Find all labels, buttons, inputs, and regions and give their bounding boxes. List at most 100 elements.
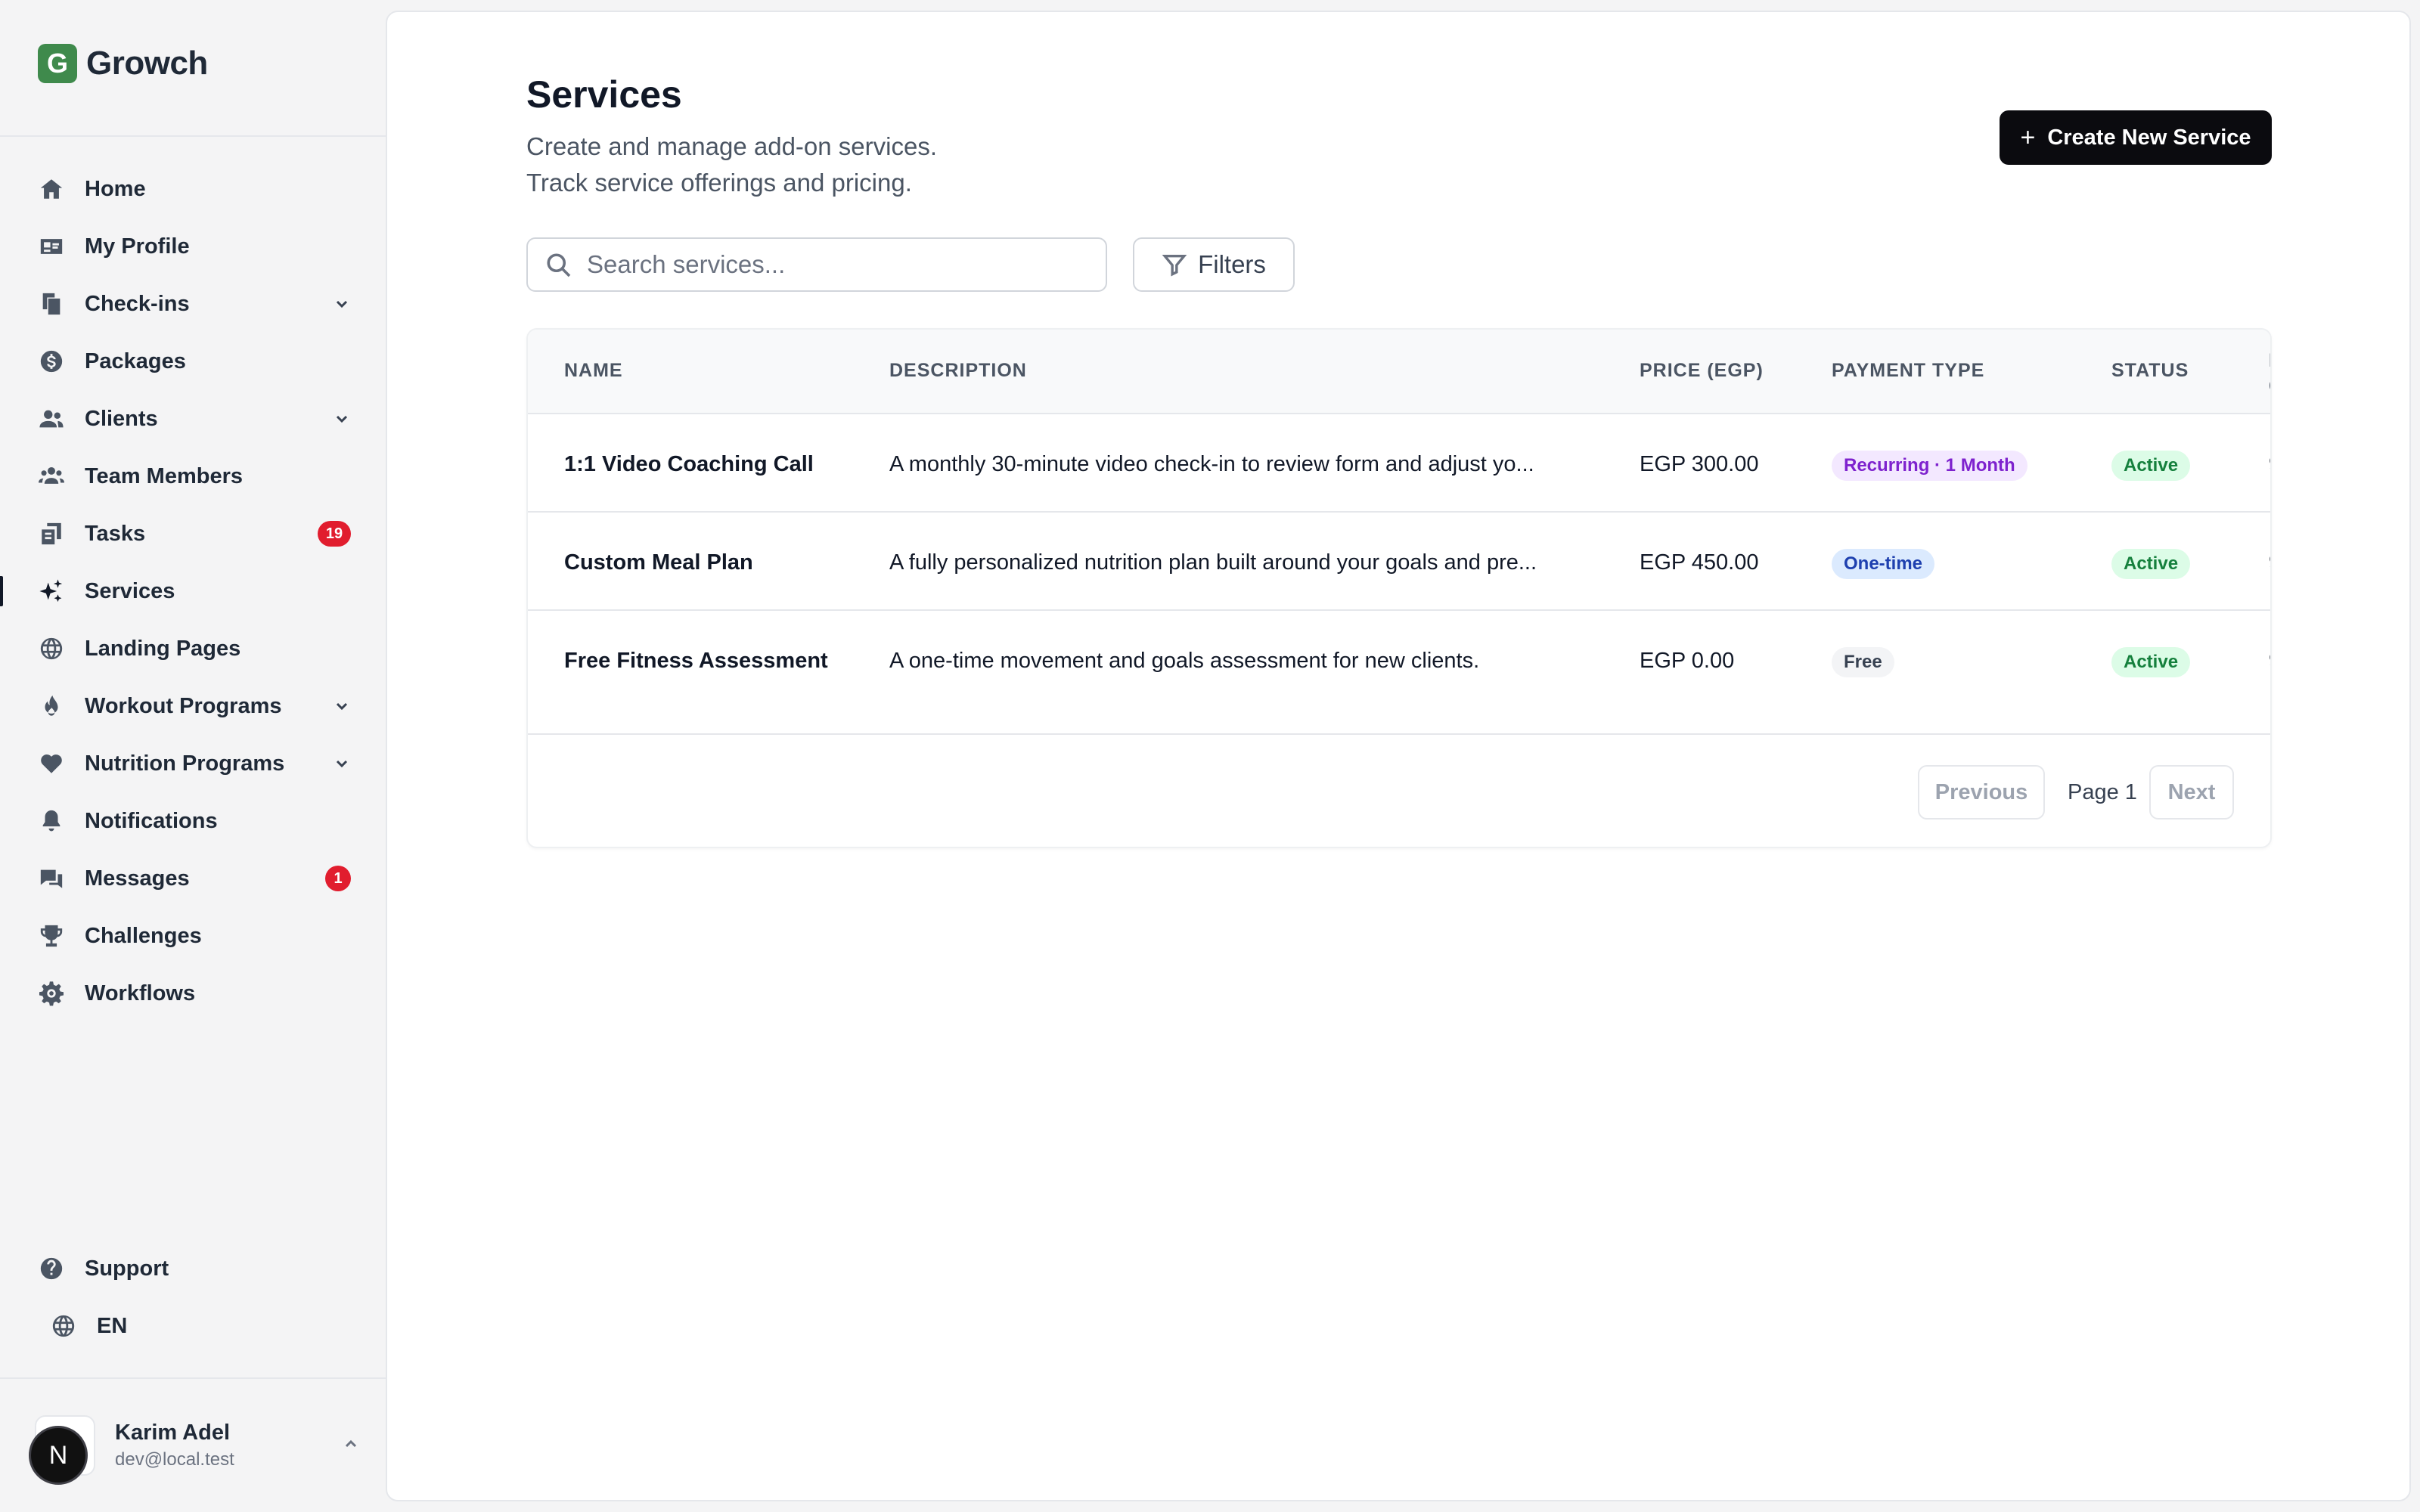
trophy-icon: [38, 922, 65, 950]
plus-icon: +: [2020, 122, 2036, 152]
sidebar-item-workflows[interactable]: Workflows: [0, 965, 386, 1022]
brand-name: Growch: [86, 45, 208, 82]
sidebar-item-notifications[interactable]: Notifications: [0, 792, 386, 850]
column-header-payment-type[interactable]: PAYMENT TYPE: [1832, 360, 1984, 382]
sidebar-item-landing-pages[interactable]: Landing Pages: [0, 620, 386, 677]
sidebar-item-label: Support: [85, 1256, 169, 1281]
dev-indicator-icon[interactable]: N: [29, 1426, 88, 1485]
table-row[interactable]: 1:1 Video Coaching Call A monthly 30-min…: [528, 414, 2270, 513]
help-circle-icon: [38, 1255, 65, 1282]
column-header-status[interactable]: STATUS: [2111, 360, 2189, 382]
sparkles-icon: [38, 578, 65, 605]
chevron-down-icon[interactable]: [333, 754, 351, 773]
sidebar: G Growch Home My Profile Check-ins Packa…: [0, 0, 386, 1512]
page-subtitle: Create and manage add-on services. Track…: [526, 129, 937, 201]
chevron-up-icon[interactable]: [342, 1435, 360, 1457]
heart-icon: [38, 750, 65, 777]
service-description: A fully personalized nutrition plan buil…: [889, 550, 1537, 575]
search-icon: [547, 253, 571, 277]
sidebar-item-support[interactable]: Support: [0, 1240, 386, 1297]
sidebar-item-workout-programs[interactable]: Workout Programs: [0, 677, 386, 735]
payment-type-badge: Free: [1832, 647, 1894, 677]
chat-icon: [38, 865, 65, 892]
messages-count-badge: 1: [325, 866, 351, 891]
sidebar-item-label: Team Members: [85, 463, 243, 488]
sidebar-item-team-members[interactable]: Team Members: [0, 448, 386, 505]
payment-type-badge: One-time: [1832, 549, 1935, 579]
search-input[interactable]: [587, 250, 1071, 279]
column-header-date-clipped[interactable]: D C: [2269, 348, 2270, 399]
service-description: A monthly 30-minute video check-in to re…: [889, 452, 1534, 476]
brand[interactable]: G Growch: [38, 44, 208, 83]
services-table: NAME DESCRIPTION PRICE (EGP) PAYMENT TYP…: [526, 328, 2272, 848]
chevron-down-icon[interactable]: [333, 410, 351, 428]
home-icon: [38, 175, 65, 203]
table-row[interactable]: Free Fitness Assessment A one-time movem…: [528, 611, 2270, 735]
sidebar-item-label: Notifications: [85, 808, 218, 833]
date-cell-clipped: 9: [2269, 452, 2270, 477]
column-header-description[interactable]: DESCRIPTION: [889, 360, 1027, 382]
column-header-price[interactable]: PRICE (EGP): [1640, 360, 1764, 382]
brand-logo: G: [38, 44, 77, 83]
search-box[interactable]: [526, 237, 1107, 292]
user-name: Karim Adel: [115, 1421, 231, 1445]
pagination: Previous Page 1 Next: [528, 735, 2270, 847]
sidebar-item-label: Challenges: [85, 923, 202, 948]
service-name[interactable]: Free Fitness Assessment: [564, 649, 828, 674]
dollar-circle-icon: [38, 348, 65, 375]
sidebar-item-label: Workflows: [85, 981, 196, 1005]
sidebar-item-services[interactable]: Services: [0, 562, 386, 620]
sidebar-item-clients[interactable]: Clients: [0, 390, 386, 448]
globe-icon: [38, 635, 65, 662]
language-selector[interactable]: EN: [0, 1297, 386, 1355]
sidebar-item-home[interactable]: Home: [0, 160, 386, 218]
service-name[interactable]: Custom Meal Plan: [564, 550, 753, 575]
sidebar-item-packages[interactable]: Packages: [0, 333, 386, 390]
service-name[interactable]: 1:1 Video Coaching Call: [564, 452, 814, 477]
sidebar-item-tasks[interactable]: Tasks 19: [0, 505, 386, 562]
sidebar-item-label: Messages: [85, 866, 190, 891]
sidebar-item-challenges[interactable]: Challenges: [0, 907, 386, 965]
page-subtitle-line: Track service offerings and pricing.: [526, 169, 912, 197]
table-row[interactable]: Custom Meal Plan A fully personalized nu…: [528, 513, 2270, 611]
main-panel: Services Create and manage add-on servic…: [386, 11, 2411, 1501]
filters-label: Filters: [1198, 250, 1266, 278]
chevron-down-icon[interactable]: [333, 295, 351, 313]
globe-icon: [50, 1312, 77, 1340]
sidebar-item-messages[interactable]: Messages 1: [0, 850, 386, 907]
sidebar-item-label: Check-ins: [85, 291, 190, 316]
id-card-icon: [38, 233, 65, 260]
sidebar-item-label: Nutrition Programs: [85, 751, 285, 776]
column-header-name[interactable]: NAME: [564, 360, 623, 382]
language-label: EN: [97, 1313, 128, 1338]
date-cell-clipped: 9: [2269, 649, 2270, 674]
filters-button[interactable]: Filters: [1133, 237, 1295, 292]
sidebar-item-my-profile[interactable]: My Profile: [0, 218, 386, 275]
sidebar-item-check-ins[interactable]: Check-ins: [0, 275, 386, 333]
column-header-fragment: C: [2269, 373, 2270, 399]
date-cell-clipped: 9: [2269, 550, 2270, 575]
service-price: EGP 300.00: [1640, 452, 1759, 476]
next-page-button[interactable]: Next: [2149, 765, 2234, 820]
sidebar-item-label: Landing Pages: [85, 636, 241, 661]
clipboard-icon: [38, 520, 65, 547]
create-new-service-label: Create New Service: [2047, 125, 2251, 150]
user-info: Karim Adel dev@local.test: [115, 1418, 342, 1473]
users-icon: [38, 405, 65, 432]
status-badge: Active: [2111, 451, 2191, 481]
flame-icon: [38, 692, 65, 720]
sidebar-item-nutrition-programs[interactable]: Nutrition Programs: [0, 735, 386, 792]
page-indicator: Page 1: [2068, 780, 2137, 804]
user-menu[interactable]: N Karim Adel dev@local.test: [29, 1414, 360, 1485]
status-badge: Active: [2111, 647, 2191, 677]
sidebar-item-label: Home: [85, 176, 146, 201]
team-icon: [38, 463, 65, 490]
chevron-down-icon[interactable]: [333, 697, 351, 715]
cog-icon: [38, 980, 65, 1007]
service-price: EGP 0.00: [1640, 649, 1735, 673]
create-new-service-button[interactable]: + Create New Service: [2000, 110, 2272, 165]
payment-type-badge: Recurring · 1 Month: [1832, 451, 2028, 481]
user-email: dev@local.test: [115, 1449, 234, 1470]
previous-page-button[interactable]: Previous: [1918, 765, 2045, 820]
bell-icon: [38, 807, 65, 835]
